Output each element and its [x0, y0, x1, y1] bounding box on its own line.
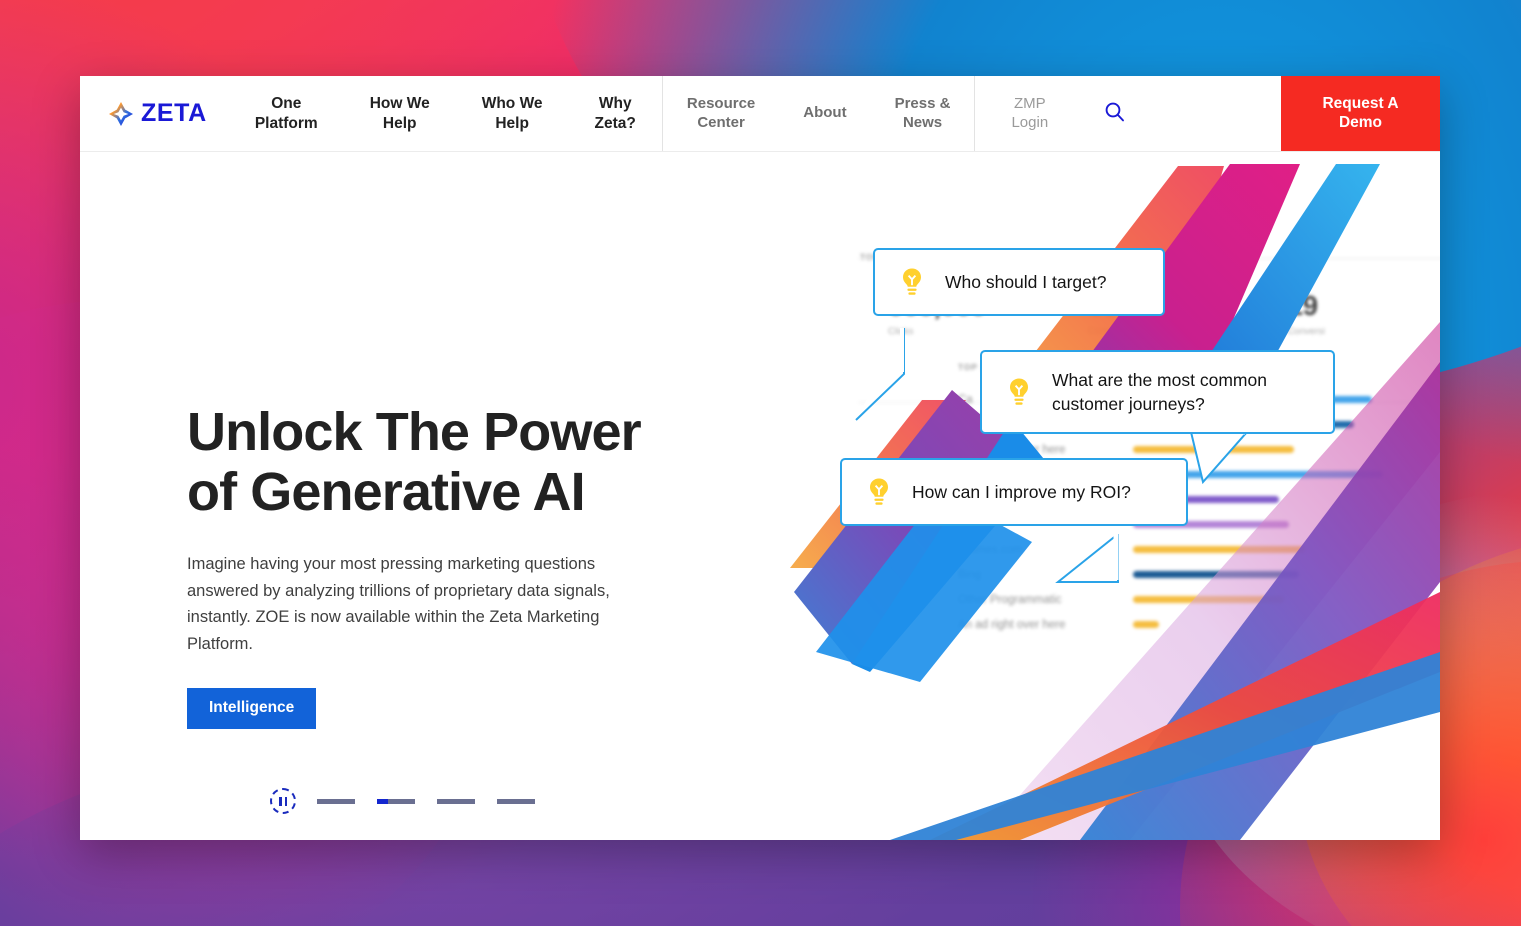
nav-item-one-platform[interactable]: One Platform — [229, 76, 344, 151]
bubble-journeys[interactable]: What are the most common customer journe… — [980, 350, 1335, 435]
secondary-nav-group: Resource Center About Press & News — [663, 76, 975, 151]
nav-item-how-we-help[interactable]: How We Help — [344, 76, 456, 151]
hero-artwork: TOP 10 SOURCES 000,000 Clicks 500,000 Co… — [780, 152, 1440, 840]
primary-nav-group: One Platform How We Help Who We Help Why… — [229, 76, 662, 151]
pause-icon-bar-left — [279, 796, 282, 806]
carousel-controls — [270, 788, 535, 814]
intelligence-button[interactable]: Intelligence — [187, 687, 317, 729]
carousel-slide-indicators — [317, 798, 535, 804]
lightbulb-icon — [897, 266, 927, 298]
bubble-tail-roi — [1055, 534, 1119, 583]
nav-item-about[interactable]: About — [779, 76, 870, 151]
request-a-demo-button[interactable]: Request A Demo — [1281, 76, 1440, 151]
search-button[interactable] — [1078, 101, 1151, 127]
site-logo[interactable]: ZETA — [80, 76, 229, 151]
nav-item-press-news[interactable]: Press & News — [871, 76, 975, 151]
bubble-question-text: Who should I target? — [945, 271, 1107, 292]
nav-item-why-zeta[interactable]: Why Zeta? — [569, 76, 662, 151]
page-title: Unlock The Power of Generative AI — [187, 402, 642, 523]
bubble-target[interactable]: Who should I target? — [873, 248, 1165, 316]
nav-item-who-we-help[interactable]: Who We Help — [456, 76, 569, 151]
pause-icon-bar-right — [284, 796, 287, 806]
bubble-question-text: How can I improve my ROI? — [912, 481, 1131, 502]
zmp-login-link[interactable]: ZMP Login — [975, 95, 1078, 133]
site-navigation-bar: ZETA One Platform How We Help Who We Hel… — [80, 76, 1440, 152]
hero-section: TOP 10 SOURCES 000,000 Clicks 500,000 Co… — [80, 152, 1440, 840]
desktop-wallpaper: ZETA One Platform How We Help Who We Hel… — [0, 0, 1521, 926]
carousel-dot-slide-3[interactable] — [437, 798, 475, 804]
carousel-dot-slide-2[interactable] — [377, 798, 415, 804]
nav-item-resource-center[interactable]: Resource Center — [663, 76, 779, 151]
logo-wordmark: ZETA — [141, 99, 207, 127]
bubble-tail-target — [855, 328, 905, 421]
carousel-dot-progress — [377, 798, 389, 804]
lightbulb-icon — [864, 476, 894, 508]
lightbulb-icon — [1004, 376, 1034, 408]
browser-window: ZETA One Platform How We Help Who We Hel… — [80, 76, 1440, 840]
zeta-diamond-logo-icon — [108, 101, 134, 127]
carousel-dot-slide-4[interactable] — [497, 798, 535, 804]
bubble-question-text: What are the most common customer journe… — [1052, 370, 1267, 415]
carousel-dot-slide-1[interactable] — [317, 798, 355, 804]
carousel-pause-button[interactable] — [270, 788, 296, 814]
hero-subtitle: Imagine having your most pressing market… — [187, 554, 610, 654]
search-icon — [1104, 101, 1125, 127]
bubble-roi[interactable]: How can I improve my ROI? — [840, 458, 1188, 526]
hero-copy-block: Unlock The Power of Generative AI Imagin… — [187, 402, 687, 729]
utility-nav-group: ZMP Login — [975, 76, 1151, 151]
